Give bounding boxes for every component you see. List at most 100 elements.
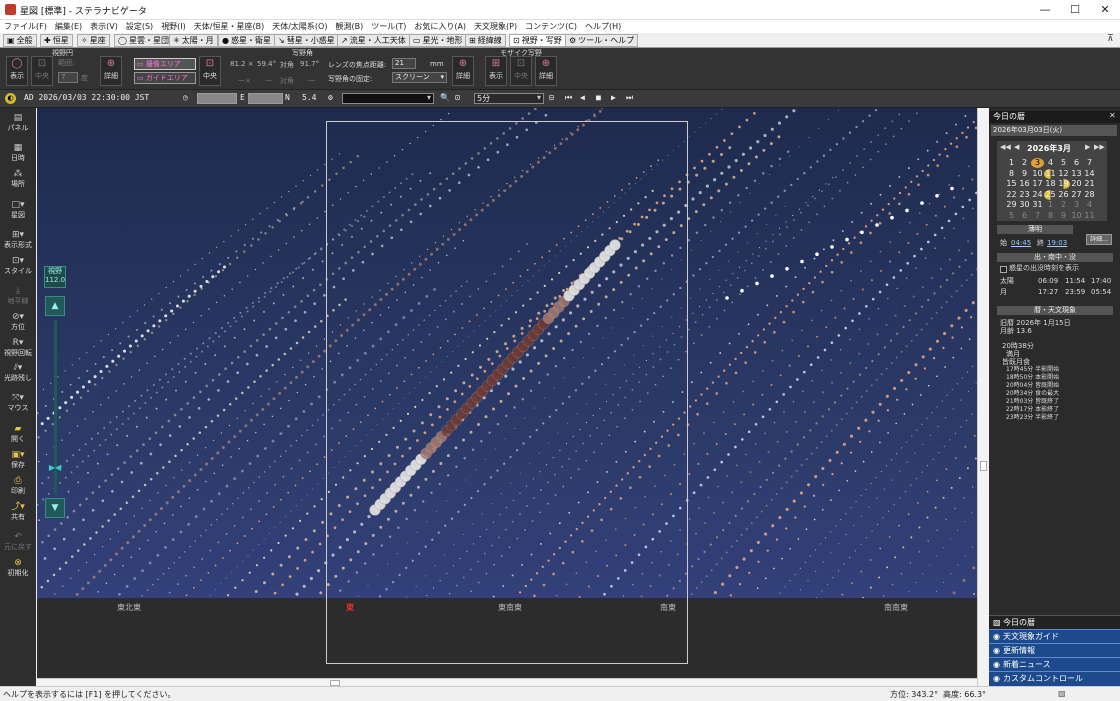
- calendar-day[interactable]: 9: [1057, 211, 1070, 221]
- calendar-day[interactable]: 11: [1044, 168, 1057, 179]
- zoom-in-button[interactable]: ▲: [45, 296, 65, 316]
- menu-edit[interactable]: 編集(E): [51, 20, 86, 33]
- menu-phenomena[interactable]: 天文現象(P): [470, 20, 521, 33]
- gear-icon[interactable]: ⚙: [328, 93, 333, 102]
- panel-button[interactable]: ▤ パネル: [0, 113, 36, 133]
- style-button[interactable]: ⊡▾ スタイル: [0, 256, 36, 276]
- latitude-input[interactable]: [248, 93, 283, 104]
- menu-file[interactable]: ファイル(F): [0, 20, 51, 33]
- calendar-day[interactable]: 2: [1018, 158, 1031, 168]
- open-button[interactable]: ▰ 開く: [0, 424, 36, 444]
- minimize-button[interactable]: —: [1030, 0, 1060, 20]
- calendar-day[interactable]: 6: [1018, 211, 1031, 221]
- menu-favorites[interactable]: お気に入り(A): [410, 20, 470, 33]
- maximize-button[interactable]: ☐: [1060, 0, 1090, 20]
- tab-grid[interactable]: ⊞ 経緯線: [465, 34, 506, 47]
- calendar-day[interactable]: 12: [1057, 169, 1070, 179]
- pin-icon[interactable]: ⊼: [1107, 34, 1114, 44]
- nav-today[interactable]: ▨ 今日の暦: [989, 615, 1120, 629]
- tab-comets[interactable]: ↘ 彗星・小惑星: [274, 34, 339, 47]
- menu-help[interactable]: ヘルプ(H): [581, 20, 625, 33]
- longitude-input[interactable]: [197, 93, 237, 104]
- vertical-scrollbar[interactable]: [977, 108, 989, 686]
- calendar-day[interactable]: 9: [1018, 169, 1031, 179]
- center-button-1[interactable]: ⊡ 中央: [31, 56, 53, 86]
- range-input[interactable]: 7: [58, 72, 78, 83]
- tab-nebulae[interactable]: ◯ 星雲・星団: [114, 34, 173, 47]
- undo-button[interactable]: ↶ 元に戻す: [0, 532, 36, 552]
- twilight-detail-button[interactable]: 詳細...: [1086, 234, 1112, 245]
- calendar-day[interactable]: 3: [1031, 158, 1044, 168]
- datetime-display[interactable]: AD 2026/03/03 22:30:00 JST: [24, 93, 149, 102]
- calendar-day[interactable]: 13: [1070, 169, 1083, 179]
- calendar-day[interactable]: 17: [1031, 179, 1044, 189]
- rewind-icon[interactable]: ⏮: [565, 93, 572, 103]
- step-select[interactable]: 5分 ▾: [474, 93, 544, 104]
- calendar-day[interactable]: 26: [1057, 190, 1070, 200]
- calendar-day[interactable]: 16: [1018, 179, 1031, 189]
- stop-icon[interactable]: ■: [596, 93, 601, 102]
- location-button[interactable]: ⁂ 場所: [0, 169, 36, 189]
- search-icon[interactable]: 🔍: [440, 93, 450, 102]
- mosaic-show-button[interactable]: ⊞ 表示: [485, 56, 507, 86]
- nav-phenomena-guide[interactable]: ◉ 天文現象ガイド: [989, 629, 1120, 643]
- menu-settings[interactable]: 設定(S): [122, 20, 157, 33]
- guide-area-button[interactable]: ▭ ガイドエリア: [134, 72, 196, 84]
- next-month-icon[interactable]: ▶: [1085, 143, 1090, 151]
- calendar-day[interactable]: 5: [1005, 211, 1018, 221]
- calendar-day[interactable]: 23: [1018, 190, 1031, 200]
- calendar-day[interactable]: 14: [1083, 169, 1096, 179]
- clock-icon[interactable]: ◷: [183, 93, 188, 102]
- nav-news[interactable]: ◉ 新着ニュース: [989, 657, 1120, 671]
- tab-tools-help[interactable]: ⚙ ツール・ヘルプ: [565, 34, 639, 47]
- prev-year-icon[interactable]: ◀◀: [1000, 143, 1011, 151]
- tab-meteors[interactable]: ↗ 流星・人工天体: [337, 34, 410, 47]
- twilight-end[interactable]: 19:03: [1047, 239, 1067, 248]
- prev-month-icon[interactable]: ◀: [1014, 143, 1019, 151]
- menu-stars[interactable]: 天体/恒星・星座(B): [190, 20, 268, 33]
- tab-sun-moon[interactable]: ✳ 太陽・月: [169, 34, 218, 47]
- reset-button[interactable]: ⊗ 初期化: [0, 558, 36, 578]
- calendar-day[interactable]: 25: [1044, 189, 1057, 200]
- calendar-day[interactable]: 8: [1005, 169, 1018, 179]
- calendar-day[interactable]: 31: [1031, 200, 1044, 210]
- calendar-day[interactable]: 4: [1083, 200, 1096, 210]
- calendar-day[interactable]: 8: [1044, 211, 1057, 221]
- rotate-button[interactable]: R▾ 視野回転: [0, 338, 36, 358]
- focal-input[interactable]: 21: [392, 58, 416, 69]
- menu-view[interactable]: 表示(V): [86, 20, 122, 33]
- step-back-icon[interactable]: ◀: [580, 93, 585, 102]
- tab-terrain[interactable]: ▭ 星光・地形: [409, 34, 467, 47]
- calendar-day[interactable]: 7: [1083, 158, 1096, 168]
- show-button[interactable]: ◯ 表示: [6, 56, 28, 86]
- step-forward-icon[interactable]: ▶: [611, 93, 616, 102]
- menu-contents[interactable]: コンテンツ(C): [521, 20, 581, 33]
- calendar-day[interactable]: 22: [1005, 190, 1018, 200]
- panel-date[interactable]: 2026年03月03日(火): [991, 125, 1117, 136]
- mosaic-detail-button[interactable]: ⊕ 詳細: [535, 56, 557, 86]
- moon-icon[interactable]: ◐: [5, 93, 16, 104]
- save-button[interactable]: ▣▾ 保存: [0, 450, 36, 470]
- next-year-icon[interactable]: ▶▶: [1094, 143, 1105, 151]
- calendar-day[interactable]: 5: [1057, 158, 1070, 168]
- tab-constellations[interactable]: ✧ 星座: [77, 34, 110, 47]
- calendar-day[interactable]: 1: [1005, 158, 1018, 168]
- center-button-2[interactable]: ⊡ 中央: [199, 56, 221, 86]
- calendar-day[interactable]: 27: [1070, 190, 1083, 200]
- mouse-button[interactable]: ⤧▾ マウス: [0, 393, 36, 413]
- menu-fov[interactable]: 視野(I): [157, 20, 190, 33]
- share-button[interactable]: ⤴▾ 共有: [0, 502, 36, 522]
- detail-button-2[interactable]: ⊕ 詳細: [452, 56, 474, 86]
- calendar-day[interactable]: 4: [1044, 158, 1057, 168]
- tab-stars[interactable]: ✚ 恒星: [40, 34, 73, 47]
- calendar-day[interactable]: 2: [1057, 200, 1070, 210]
- close-button[interactable]: ✕: [1090, 0, 1120, 20]
- menu-tools[interactable]: ツール(T): [367, 20, 410, 33]
- horizon-button[interactable]: ⤓ 地平線: [0, 286, 36, 306]
- direction-button[interactable]: ⊘▾ 方位: [0, 312, 36, 332]
- fast-forward-icon[interactable]: ⏭: [626, 93, 633, 103]
- calendar-day[interactable]: 1: [1044, 200, 1057, 210]
- step-icon[interactable]: ⊟: [549, 93, 554, 102]
- detail-button-1[interactable]: ⊕ 詳細: [100, 56, 122, 86]
- calendar-day[interactable]: 15: [1005, 179, 1018, 189]
